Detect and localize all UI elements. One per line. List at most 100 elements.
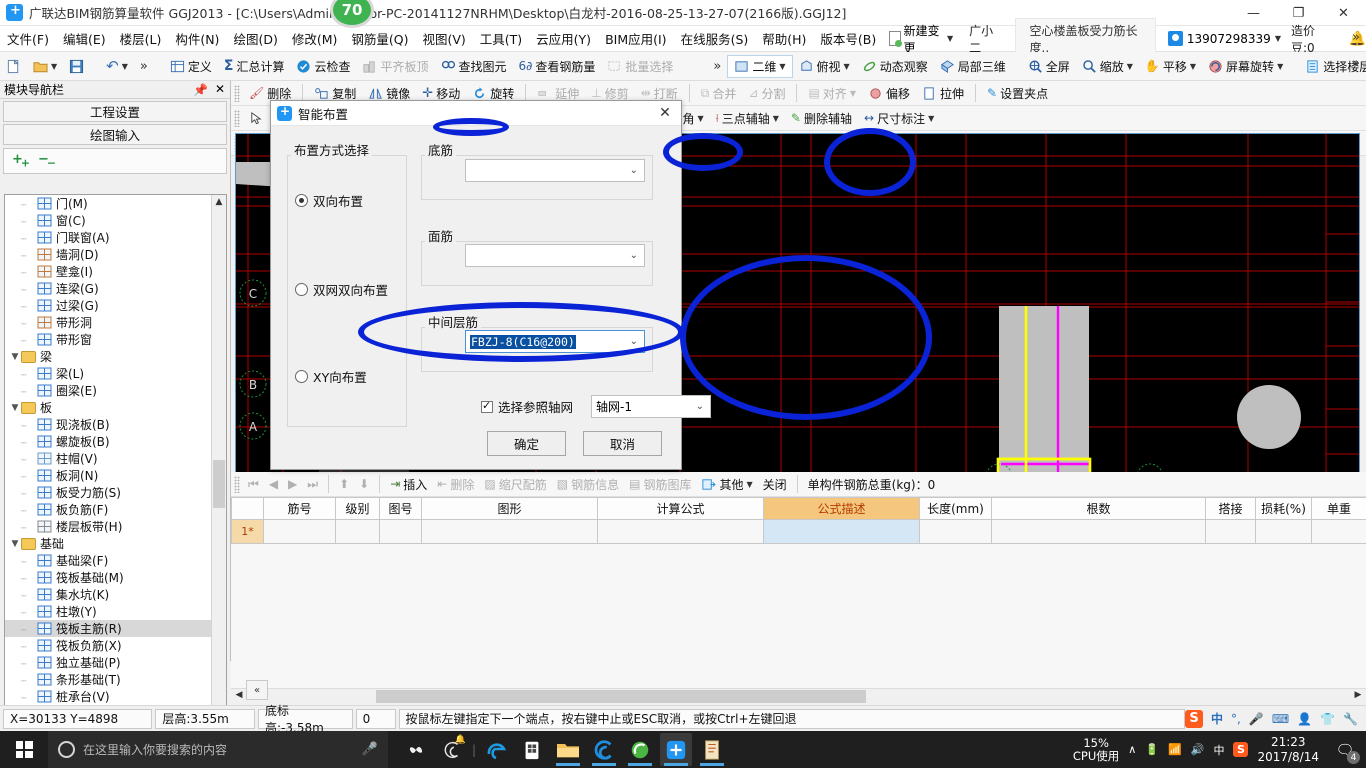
select-arrow-button[interactable] — [243, 109, 270, 128]
app-icon-spiral[interactable]: 🔔 — [436, 733, 468, 766]
undo-button[interactable]: ↶ ▼ — [100, 55, 134, 77]
settings-wrench-icon[interactable]: 🔧 — [1343, 712, 1358, 726]
sogou-ime-icon[interactable]: S — [1185, 709, 1204, 728]
tree-item[interactable]: ┄ 集水坑(K) — [5, 586, 226, 603]
collapse-all-icon[interactable]: −− — [38, 152, 56, 170]
scroll-left-icon[interactable]: ◀ — [231, 689, 247, 704]
tree-item[interactable]: ┄ 墙洞(D) — [5, 246, 226, 263]
define-button[interactable]: 定义 — [164, 56, 218, 77]
tree-folder[interactable]: ▼ 基础 — [5, 535, 226, 552]
scale-rebar-button[interactable]: ▨ 缩尺配筋 — [479, 475, 551, 494]
cell-count[interactable] — [991, 519, 1206, 544]
notification-center-button[interactable]: 🗨 4 — [1328, 731, 1362, 768]
tree-item[interactable]: ┄ 连梁(G) — [5, 280, 226, 297]
top-view-button[interactable]: 俯视 ▼ — [793, 56, 856, 77]
toolbar-grip[interactable] — [234, 84, 240, 102]
view-2d-button[interactable]: 二维 ▼ — [727, 54, 793, 78]
col-formula-desc[interactable]: 公式描述 — [763, 497, 920, 520]
table-row[interactable]: 1* — [231, 519, 1366, 544]
middle-rebar-select[interactable]: FBZJ-8(C16@200) ⌄ — [465, 330, 645, 353]
dialog-close-button[interactable]: ✕ — [649, 105, 681, 121]
radio-double-net[interactable] — [295, 283, 308, 296]
menu-cloud[interactable]: 云应用(Y) — [529, 26, 598, 51]
save-button[interactable] — [63, 57, 90, 76]
app-icon-edge[interactable] — [480, 733, 512, 766]
tree-item[interactable]: ┄ 筏板主筋(R) — [5, 620, 226, 637]
taskbar-search[interactable]: 在这里输入你要搜索的内容 🎤 — [48, 731, 388, 768]
local-3d-button[interactable]: 局部三维 — [934, 56, 1012, 77]
scroll-thumb[interactable] — [213, 460, 225, 508]
tree-item[interactable]: ┄ 梁(L) — [5, 365, 226, 382]
start-button[interactable] — [0, 731, 48, 768]
cell-rebar-no[interactable] — [263, 519, 336, 544]
col-formula[interactable]: 计算公式 — [597, 497, 764, 520]
cell-formula-desc[interactable] — [763, 519, 920, 544]
volume-icon[interactable]: 🔊 — [1191, 743, 1205, 756]
insert-row-button[interactable]: ⇥ 插入 — [385, 475, 432, 494]
cell-unitweight[interactable] — [1311, 519, 1366, 544]
offset-button[interactable]: 偏移 — [862, 83, 916, 104]
delete-row-button[interactable]: ⇤ 删除 — [432, 475, 479, 494]
menu-bim[interactable]: BIM应用(I) — [598, 26, 674, 51]
wifi-icon[interactable]: 📶 — [1168, 743, 1182, 756]
menu-component[interactable]: 构件(N) — [168, 26, 226, 51]
close-icon[interactable]: ✕ — [215, 82, 225, 96]
tree-item[interactable]: ┄ 过梁(G) — [5, 297, 226, 314]
tree-item[interactable]: ┄ 筏板负筋(X) — [5, 637, 226, 654]
tree-item[interactable]: ┄ 柱墩(Y) — [5, 603, 226, 620]
tree-item[interactable]: ┄ 现浇板(B) — [5, 416, 226, 433]
rebar-table[interactable]: 筋号 级别 图号 图形 计算公式 公式描述 长度(mm) 根数 搭接 损耗(%)… — [231, 497, 1366, 544]
fullscreen-button[interactable]: 全屏 — [1022, 56, 1076, 77]
sogou-tray-icon[interactable]: S — [1233, 742, 1249, 757]
move-down-button[interactable]: ⬇ — [354, 476, 374, 492]
menu-view[interactable]: 视图(V) — [415, 26, 472, 51]
app-icon-browser-blue[interactable] — [588, 733, 620, 766]
first-record-button[interactable]: ⏮ — [243, 476, 264, 493]
set-grip-button[interactable]: ✎ 设置夹点 — [981, 83, 1054, 104]
tree-item[interactable]: ┄ 板受力筋(S) — [5, 484, 226, 501]
tree-item[interactable]: ┄ 基础梁(F) — [5, 552, 226, 569]
option-bidirectional[interactable]: 双向布置 — [295, 191, 363, 210]
chevron-down-icon[interactable]: ▼ — [9, 539, 21, 549]
menu-overflow-icon[interactable]: » — [1352, 30, 1360, 45]
skin-icon[interactable]: 👕 — [1320, 712, 1335, 726]
col-count[interactable]: 根数 — [991, 497, 1206, 520]
project-settings-button[interactable]: 工程设置 — [3, 101, 227, 122]
tree-item[interactable]: ┄ 门联窗(A) — [5, 229, 226, 246]
menu-online[interactable]: 在线服务(S) — [674, 26, 756, 51]
tree-item[interactable]: ┄ 柱帽(V) — [5, 450, 226, 467]
col-lap[interactable]: 搭接 — [1205, 497, 1256, 520]
menu-floor[interactable]: 楼层(L) — [113, 26, 169, 51]
option-xy[interactable]: XY向布置 — [295, 367, 367, 386]
menu-tools[interactable]: 工具(T) — [473, 26, 529, 51]
tree-item[interactable]: ┄ 独立基础(P) — [5, 654, 226, 671]
menu-version[interactable]: 版本号(B) — [813, 26, 883, 51]
menu-rebar[interactable]: 钢筋量(Q) — [344, 26, 415, 51]
radio-bidirectional[interactable] — [295, 194, 308, 207]
batch-select-button[interactable]: 批量选择 — [601, 56, 679, 77]
show-hidden-icons[interactable]: ∧ — [1128, 743, 1136, 756]
smart-placement-dialog[interactable]: 智能布置 ✕ 布置方式选择 双向布置 双网双向布置 XY向布置 底筋 ⌄ 面筋 — [270, 100, 711, 470]
chevron-down-icon[interactable]: ▼ — [9, 352, 21, 362]
three-point-axis-button[interactable]: ⟊ 三点辅轴 ▼ — [710, 108, 785, 129]
battery-icon[interactable]: 🔋 — [1145, 743, 1159, 756]
close-table-button[interactable]: 关闭 — [758, 475, 792, 494]
tree-item[interactable]: ┄ 桩承台(V) — [5, 688, 226, 705]
scroll-up-icon[interactable]: ▲ — [212, 195, 226, 210]
next-record-button[interactable]: ▶ — [283, 476, 302, 492]
taskbar-ime-label[interactable]: 中 — [1213, 742, 1224, 758]
col-rebar-no[interactable]: 筋号 — [263, 497, 336, 520]
tree-item[interactable]: ┄ 门(M) — [5, 195, 226, 212]
cell-formula[interactable] — [597, 519, 764, 544]
pin-icon[interactable]: 📌 — [193, 83, 208, 97]
stretch-button[interactable]: 拉伸 — [916, 83, 970, 104]
col-shape[interactable]: 图形 — [421, 497, 598, 520]
prev-record-button[interactable]: ◀ — [264, 476, 283, 492]
ime-mode-label[interactable]: 中 — [1211, 710, 1223, 727]
minimize-button[interactable]: — — [1231, 0, 1276, 26]
move-up-button[interactable]: ⬆ — [334, 476, 354, 492]
tree-item[interactable]: ┄ 楼层板带(H) — [5, 518, 226, 535]
tree-item[interactable]: ┄ 板洞(N) — [5, 467, 226, 484]
align-button[interactable]: ▤ 对齐 ▼ — [802, 83, 862, 104]
other-button[interactable]: 其他 ▼ — [696, 475, 757, 494]
